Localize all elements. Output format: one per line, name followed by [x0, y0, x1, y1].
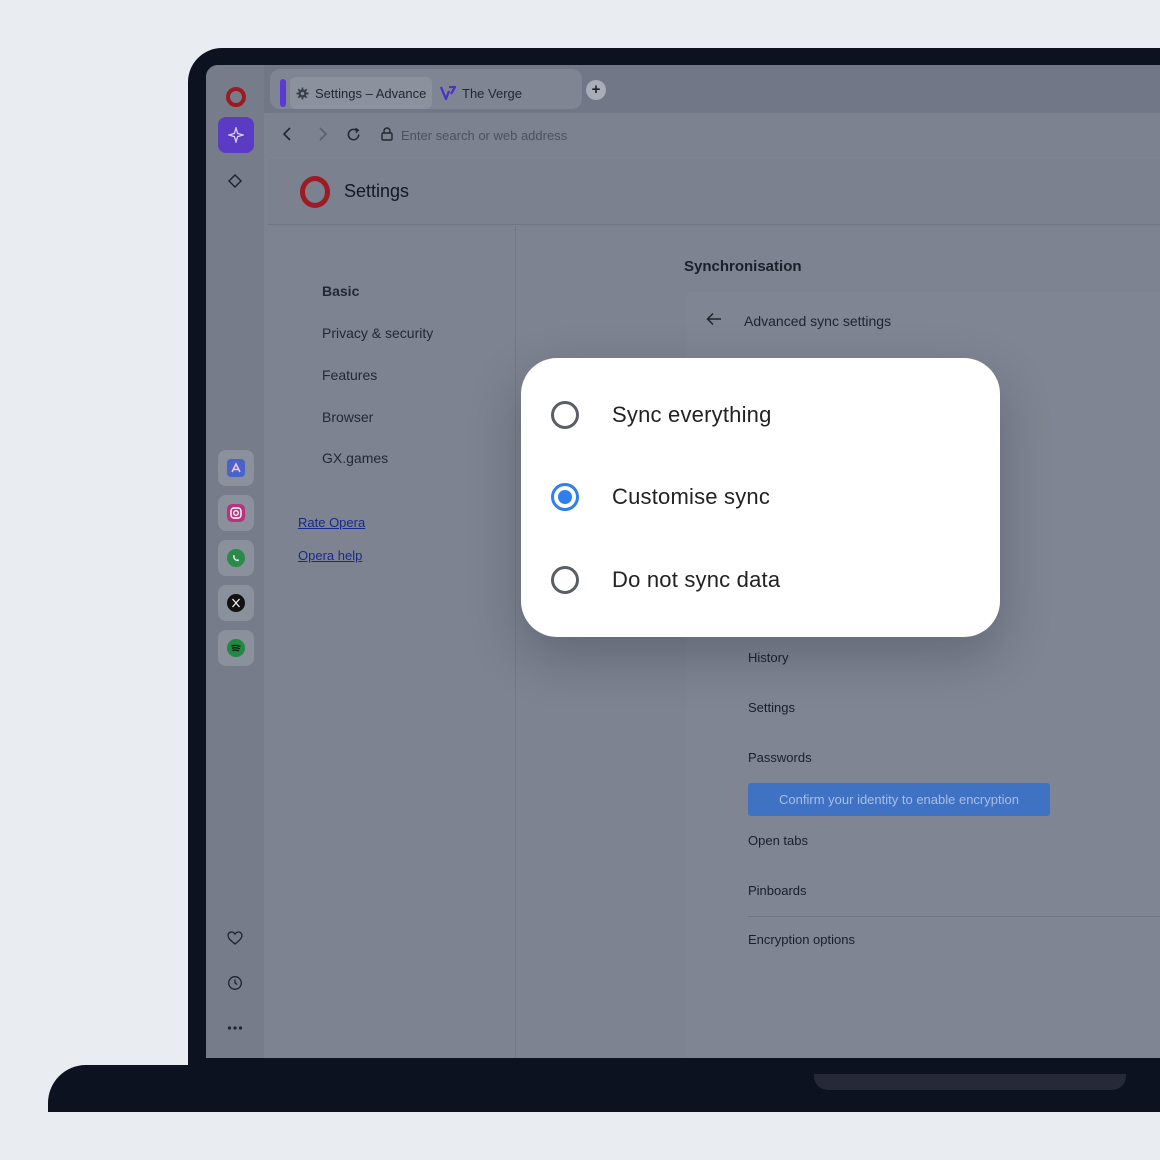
sync-item-history: History — [748, 650, 789, 665]
address-input[interactable]: Enter search or web address — [401, 128, 567, 143]
new-tab-button[interactable]: + — [586, 80, 606, 100]
radio-unchecked-icon[interactable] — [551, 566, 579, 594]
nav-browser[interactable]: Browser — [322, 409, 373, 425]
option-sync-everything[interactable]: Sync everything — [551, 400, 772, 430]
sparkle-icon — [228, 127, 244, 143]
sync-item-open-tabs: Open tabs — [748, 833, 808, 848]
option-label: Customise sync — [612, 484, 771, 509]
option-customise-sync[interactable]: Customise sync — [551, 482, 770, 512]
sidebar-instagram-button[interactable] — [218, 495, 254, 531]
radio-checked-icon[interactable] — [551, 483, 579, 511]
left-arrow-icon — [706, 312, 721, 326]
lock-icon — [381, 127, 393, 146]
x-icon — [227, 594, 245, 612]
spotify-icon — [227, 639, 245, 657]
nav-privacy-security[interactable]: Privacy & security — [322, 325, 433, 341]
back-arrow-button[interactable] — [706, 310, 722, 331]
diamond-icon[interactable] — [226, 172, 244, 190]
nav-basic[interactable]: Basic — [322, 283, 359, 299]
tab-island: Settings – Advance The Verge — [270, 69, 582, 109]
sidebar-x-button[interactable] — [218, 585, 254, 621]
nav-features[interactable]: Features — [322, 367, 377, 383]
option-label: Do not sync data — [612, 567, 781, 592]
opera-logo-large-icon — [300, 176, 330, 208]
back-arrow-icon[interactable] — [282, 127, 292, 146]
settings-header: Settings — [268, 159, 1160, 225]
settings-nav: Basic Privacy & security Features Browse… — [268, 226, 516, 1058]
option-do-not-sync[interactable]: Do not sync data — [551, 565, 780, 595]
rate-opera-link[interactable]: Rate Opera — [298, 515, 365, 530]
sidebar — [206, 65, 264, 1058]
opera-help-link[interactable]: Opera help — [298, 548, 362, 563]
tab-island-accent — [280, 79, 286, 107]
sidebar-app-store-button[interactable] — [218, 450, 254, 486]
page-title: Settings — [344, 181, 410, 201]
whatsapp-icon — [227, 549, 245, 567]
sidebar-spotify-button[interactable] — [218, 630, 254, 666]
tab-settings[interactable]: Settings – Advance — [290, 77, 432, 109]
nav-gx-games[interactable]: GX.games — [322, 450, 388, 466]
sync-options-popup: Sync everything Customise sync Do not sy… — [521, 358, 1000, 637]
forward-arrow-icon[interactable] — [318, 127, 328, 146]
advanced-sync-title: Advanced sync settings — [744, 313, 892, 329]
tab-bar: Settings – Advance The Verge + — [264, 65, 1160, 113]
confirm-identity-button[interactable]: Confirm your identity to enable encrypti… — [748, 783, 1050, 816]
heart-icon[interactable] — [226, 929, 244, 947]
address-bar: Enter search or web address — [268, 115, 1160, 157]
opera-logo-icon[interactable] — [226, 87, 246, 107]
app-store-icon — [227, 459, 245, 477]
tab-the-verge[interactable]: The Verge — [440, 77, 570, 109]
sync-item-passwords: Passwords — [748, 750, 812, 765]
verge-logo-icon — [440, 86, 456, 100]
reload-icon[interactable] — [346, 127, 361, 147]
history-clock-icon[interactable] — [226, 974, 244, 992]
encryption-options[interactable]: Encryption options — [748, 932, 855, 947]
synchronisation-heading: Synchronisation — [684, 258, 802, 275]
aria-button[interactable] — [218, 117, 254, 153]
tab-settings-label: Settings – Advance — [315, 85, 427, 101]
sidebar-whatsapp-button[interactable] — [218, 540, 254, 576]
sync-item-pinboards: Pinboards — [748, 883, 807, 898]
option-label: Sync everything — [612, 402, 772, 427]
gear-icon — [296, 86, 309, 100]
more-options-icon[interactable] — [226, 1019, 244, 1037]
laptop-notch — [814, 1074, 1126, 1090]
radio-unchecked-icon[interactable] — [551, 401, 579, 429]
sync-item-settings: Settings — [748, 700, 795, 715]
instagram-icon — [227, 504, 245, 522]
divider — [748, 916, 1160, 917]
tab-the-verge-label: The Verge — [462, 85, 522, 101]
